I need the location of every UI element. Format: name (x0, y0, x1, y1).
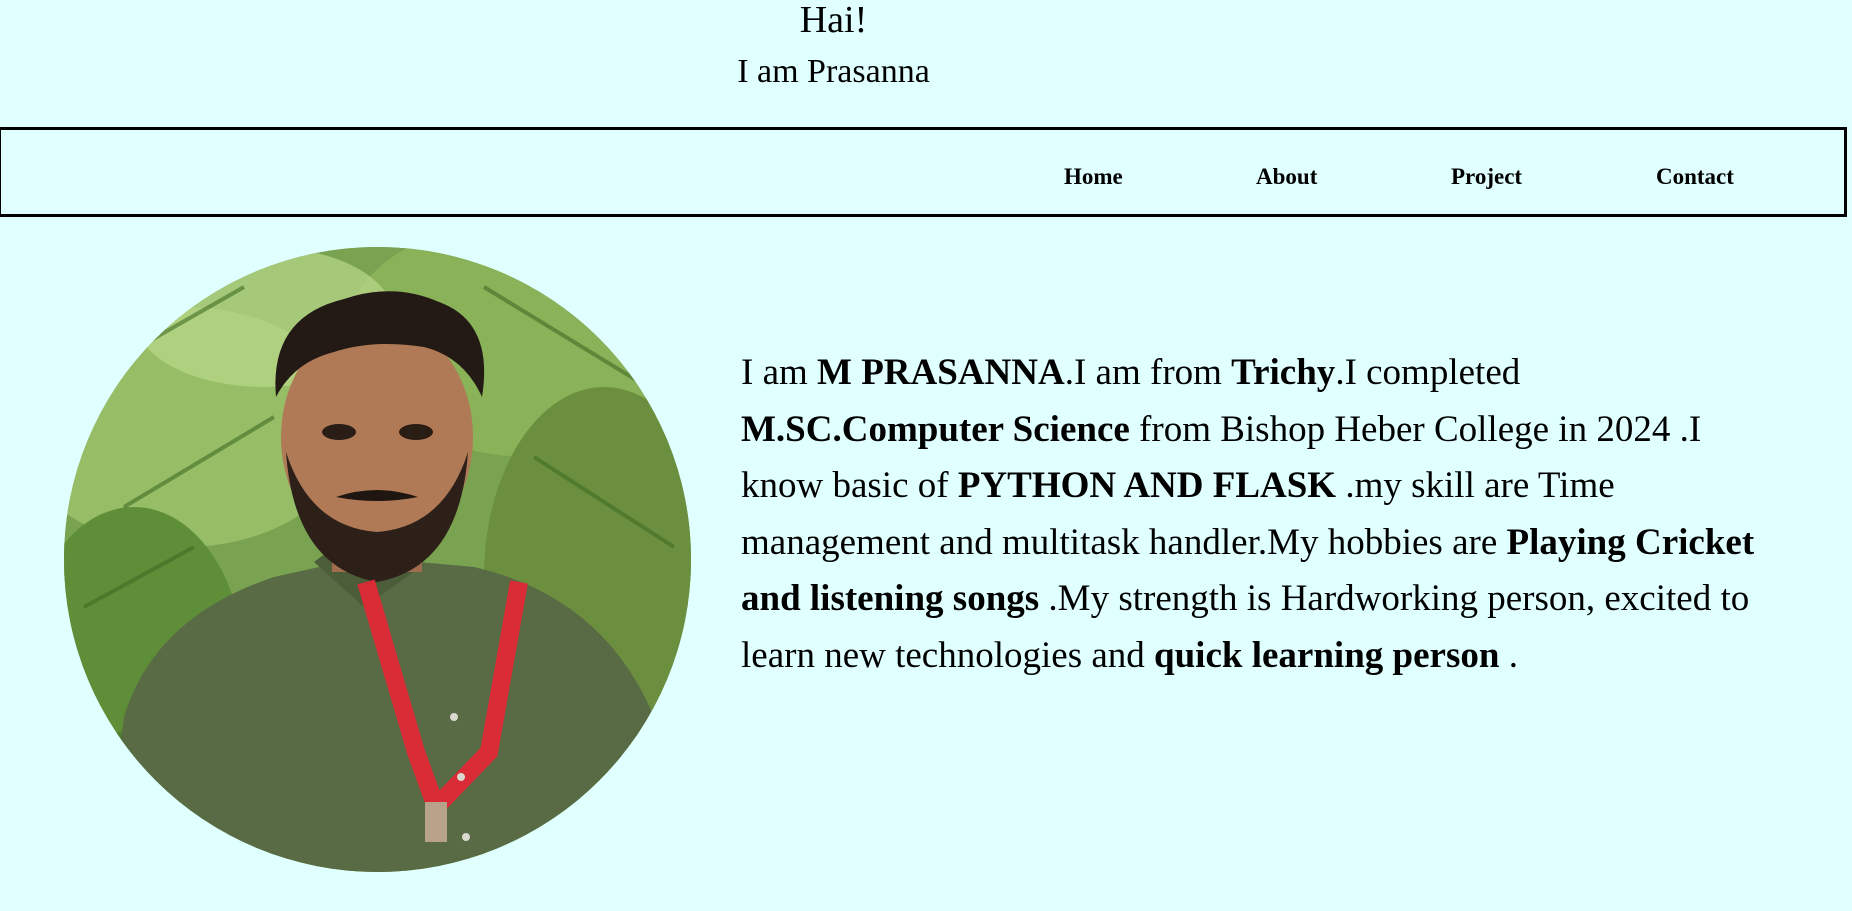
bio-text-7: . (1499, 634, 1518, 676)
bio-degree: M.SC.Computer Science (741, 408, 1130, 450)
nav-contact-link[interactable]: Contact (1656, 165, 1734, 188)
profile-photo (64, 247, 691, 872)
nav-project-link[interactable]: Project (1451, 165, 1522, 188)
hero-intro: I am Prasanna (737, 53, 930, 90)
bio-city: Trichy (1231, 352, 1336, 393)
nav-about-link[interactable]: About (1256, 165, 1317, 188)
bio-paragraph: I am M PRASANNA.I am from Trichy.I compl… (741, 345, 1781, 684)
bio-name: M PRASANNA (817, 352, 1065, 393)
bio-text-2: .I am from (1064, 352, 1232, 393)
bio-text-3: .I completed (1335, 352, 1521, 393)
bio-text-1: I am (741, 352, 818, 393)
navbar: Home About Project Contact (0, 127, 1847, 217)
bio-skills: PYTHON AND FLASK (957, 465, 1337, 506)
nav-home-link[interactable]: Home (1064, 165, 1123, 188)
bio-strength: quick learning person (1154, 634, 1500, 676)
profile-photo-illustration (64, 247, 691, 872)
hero-greeting: Hai! (799, 0, 868, 41)
